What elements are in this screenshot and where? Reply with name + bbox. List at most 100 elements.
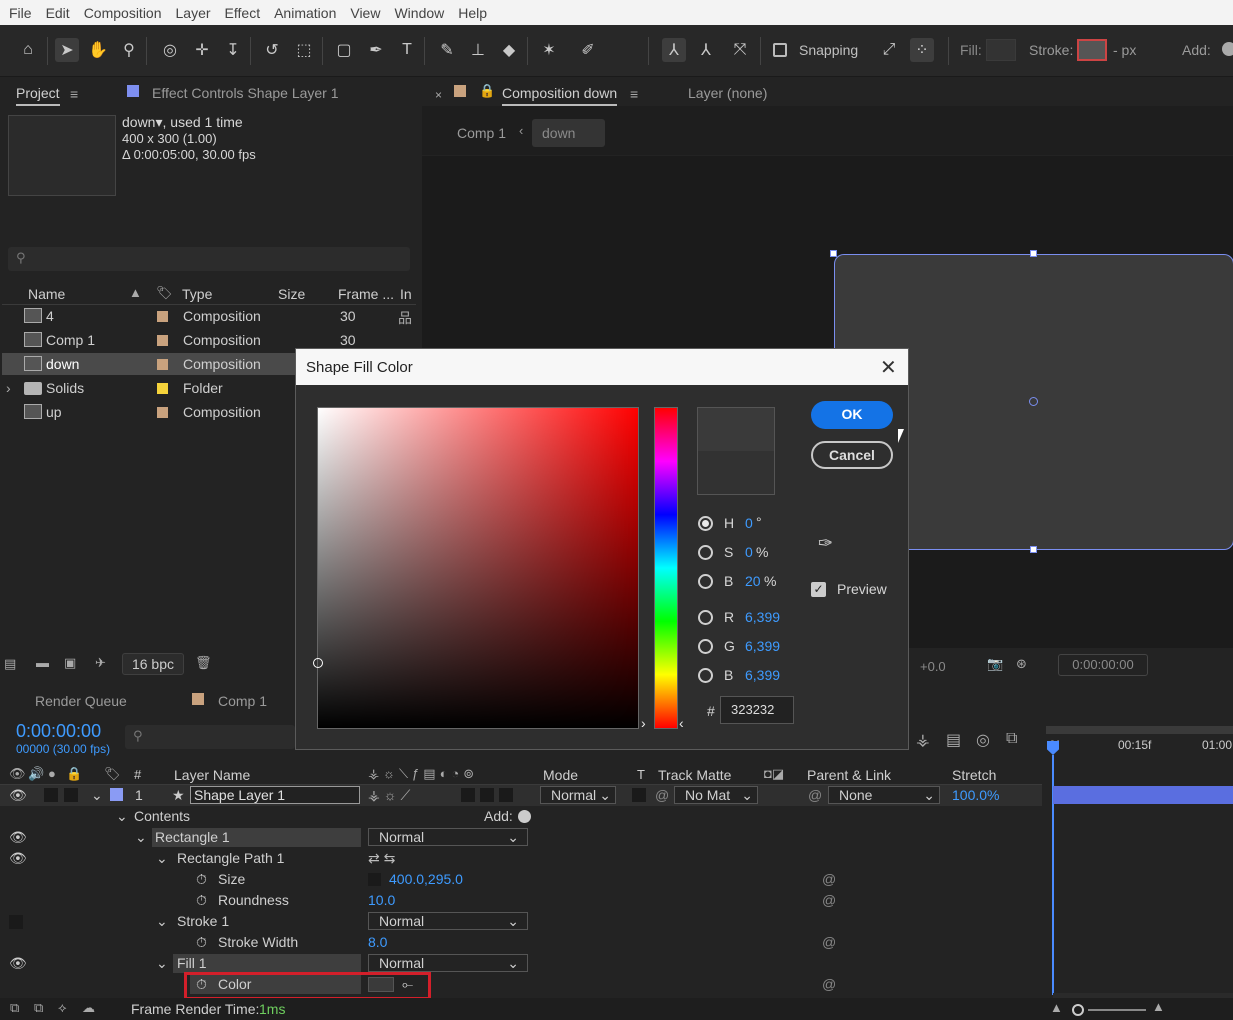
solo-box[interactable] xyxy=(44,788,58,802)
snap-option-icon[interactable]: ⤢ xyxy=(877,38,901,62)
size-property-row[interactable]: ⏱ Size 400.0,295.0 @ xyxy=(0,869,1042,890)
dolly-camera-icon[interactable]: ↧ xyxy=(221,38,245,62)
close-icon[interactable]: ✕ xyxy=(880,355,897,380)
eraser-tool-icon[interactable]: ◆ xyxy=(497,38,521,62)
preview-checkbox[interactable]: ✓ xyxy=(811,582,826,597)
stroke-width-row[interactable]: ⏱ Stroke Width 8.0 @ xyxy=(0,932,1042,953)
switch-box[interactable] xyxy=(461,788,475,802)
current-time[interactable]: 0:00:00:00 xyxy=(16,721,101,742)
handle[interactable] xyxy=(1030,546,1037,553)
stopwatch-icon[interactable]: ⏱ xyxy=(196,892,207,909)
menu-composition[interactable]: Composition xyxy=(84,5,162,21)
tab-composition[interactable]: Composition down xyxy=(502,85,618,106)
preserve-transparency-box[interactable] xyxy=(632,788,646,802)
expression-pickwhip-icon[interactable]: @ xyxy=(822,934,836,950)
parent-dropdown[interactable]: None ⌄ xyxy=(828,786,940,804)
handle[interactable] xyxy=(1030,250,1037,257)
parent-pickwhip-icon[interactable]: @ xyxy=(808,787,822,803)
track-matte-dropdown[interactable]: No Mat ⌄ xyxy=(674,786,758,804)
col-type[interactable]: Type xyxy=(182,286,212,302)
bpc-button[interactable]: 16 bpc xyxy=(122,653,184,675)
expression-pickwhip-icon[interactable]: @ xyxy=(822,892,836,908)
brush-tool-icon[interactable]: ✎ xyxy=(435,38,459,62)
chevron-down-icon[interactable]: ⌄ xyxy=(91,787,103,804)
tab-project[interactable]: Project xyxy=(16,85,60,106)
color-field-cursor[interactable] xyxy=(313,658,323,668)
chevron-down-icon[interactable]: ⌄ xyxy=(156,913,168,930)
home-icon[interactable]: ⌂ xyxy=(16,38,40,62)
switch-box[interactable] xyxy=(499,788,513,802)
breadcrumb-comp1[interactable]: Comp 1 xyxy=(457,125,506,141)
color-field[interactable] xyxy=(313,407,639,729)
new-folder-icon[interactable]: ▬ xyxy=(36,655,49,670)
camera-icon[interactable]: 📷 xyxy=(987,656,1003,672)
rectangle-tool-icon[interactable]: ▢ xyxy=(332,38,356,62)
view-axis-icon[interactable]: ⤧ xyxy=(728,38,752,62)
orbit-camera-icon[interactable]: ◎ xyxy=(158,38,182,62)
chevron-down-icon[interactable]: ⌄ xyxy=(116,808,128,825)
chevron-down-icon[interactable]: ⌄ xyxy=(135,829,147,846)
col-frame[interactable]: Frame ... xyxy=(338,286,394,302)
brightness-radio[interactable] xyxy=(698,574,713,589)
motion-blur-icon[interactable]: ◎ xyxy=(976,730,990,750)
snap-grid-icon[interactable]: ⁘ xyxy=(910,38,934,62)
render-time-icon[interactable]: ☁ xyxy=(82,1000,95,1016)
constrain-proportions-box[interactable] xyxy=(368,873,381,886)
col-name[interactable]: Name xyxy=(28,286,65,302)
adjust-icon[interactable]: ✈ xyxy=(95,655,106,671)
original-color-swatch[interactable] xyxy=(698,451,774,494)
roto-brush-icon[interactable]: ✶ xyxy=(537,38,561,62)
world-axis-icon[interactable]: ⅄ xyxy=(694,38,718,62)
anchor-point[interactable] xyxy=(1029,397,1038,406)
layer-row[interactable]: 👁 ⌄ 1 ★ Shape Layer 1 ⚶ ☼ ⟋ Normal ⌄ @ No… xyxy=(0,785,1042,806)
stopwatch-icon[interactable]: ⏱ xyxy=(196,934,207,951)
layer-name-field[interactable]: Shape Layer 1 xyxy=(190,786,360,804)
viewer-timecode[interactable]: 0:00:00:00 xyxy=(1058,654,1148,676)
rotate-tool-icon[interactable]: ↺ xyxy=(260,38,284,62)
transfer-controls-icon[interactable]: ⧉ xyxy=(34,1000,43,1016)
green-value[interactable]: 6,399 xyxy=(745,638,780,654)
visibility-eye-icon[interactable]: 👁 xyxy=(9,955,27,972)
menu-view[interactable]: View xyxy=(350,5,380,21)
zoom-in-icon[interactable]: ▲ xyxy=(1152,999,1165,1014)
contents-row[interactable]: ⌄ Contents Add: xyxy=(0,806,1042,827)
ok-button[interactable]: OK xyxy=(811,401,893,429)
menu-animation[interactable]: Animation xyxy=(274,5,336,21)
col-in[interactable]: In xyxy=(400,286,412,302)
size-value[interactable]: 400.0,295.0 xyxy=(389,871,463,887)
fill-row[interactable]: 👁 ⌄ Fill 1 Normal ⌄ xyxy=(0,953,1042,974)
zoom-slider[interactable] xyxy=(1088,1009,1146,1011)
interpret-footage-icon[interactable]: ▤ xyxy=(4,656,16,672)
type-tool-icon[interactable]: T xyxy=(395,38,419,62)
stretch-value[interactable]: 100.0% xyxy=(952,787,999,803)
shy-switch-icon[interactable]: ⚶ ☼ ⟋ xyxy=(368,787,410,804)
pan-camera-icon[interactable]: ✛ xyxy=(190,38,214,62)
chevron-right-icon[interactable]: › xyxy=(6,380,11,396)
pen-tool-icon[interactable]: ✒ xyxy=(364,38,388,62)
hue-value[interactable]: 0 xyxy=(745,515,753,531)
expression-pickwhip-icon[interactable]: @ xyxy=(822,871,836,887)
close-icon[interactable]: × xyxy=(435,88,442,102)
color-property-row[interactable]: ⏱ Color ⟜ @ xyxy=(0,974,1042,995)
hex-input[interactable]: 323232 xyxy=(720,696,794,724)
brightness-value[interactable]: 20 xyxy=(745,573,761,589)
selection-tool-icon[interactable]: ➤ xyxy=(55,38,79,62)
trash-icon[interactable]: 🗑 xyxy=(195,655,212,671)
tab-effect-controls[interactable]: Effect Controls Shape Layer 1 xyxy=(152,85,339,101)
clone-stamp-icon[interactable]: ⊥ xyxy=(466,38,490,62)
add-button[interactable] xyxy=(518,810,531,823)
local-axis-icon[interactable]: ⅄ xyxy=(662,38,686,62)
stroke-row[interactable]: ⌄ Stroke 1 Normal ⌄ xyxy=(0,911,1042,932)
blend-mode-dropdown[interactable]: Normal ⌄ xyxy=(368,828,528,846)
hue-slider-arrow-right[interactable]: › xyxy=(641,715,646,731)
green-radio[interactable] xyxy=(698,639,713,654)
pickwhip-icon[interactable]: @ xyxy=(655,787,669,803)
frame-blend-icon[interactable]: ▤ xyxy=(946,730,961,750)
menu-effect[interactable]: Effect xyxy=(225,5,261,21)
menu-edit[interactable]: Edit xyxy=(46,5,70,21)
panel-menu-icon[interactable]: ≡ xyxy=(630,86,638,102)
tab-comp1[interactable]: Comp 1 xyxy=(218,693,267,709)
roundness-value[interactable]: 10.0 xyxy=(368,892,395,908)
red-value[interactable]: 6,399 xyxy=(745,609,780,625)
hue-slider[interactable] xyxy=(654,407,678,729)
